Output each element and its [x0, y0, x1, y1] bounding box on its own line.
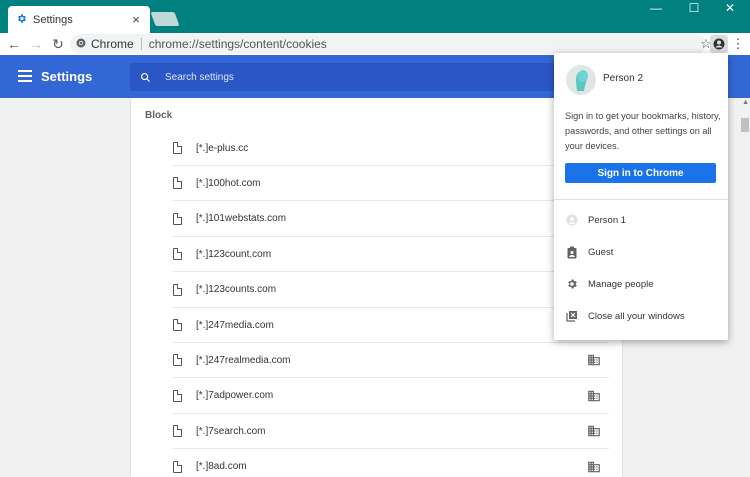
gear-icon — [16, 13, 27, 27]
site-row[interactable]: [*.]7adpower.com — [173, 379, 609, 414]
profile-avatar — [566, 65, 596, 95]
menu-item-label: Manage people — [588, 278, 654, 290]
site-domain: [*.]123counts.com — [196, 284, 277, 296]
tab-close-icon[interactable]: × — [128, 12, 144, 28]
account-circle-icon — [713, 38, 725, 50]
enterprise-policy-icon[interactable] — [587, 461, 601, 473]
site-domain: [*.]247media.com — [196, 319, 274, 331]
tab-title: Settings — [33, 13, 73, 26]
site-row[interactable]: [*.]100hot.com — [173, 166, 609, 202]
file-icon — [173, 212, 182, 225]
menu-item-person-1[interactable]: Person 1 — [565, 211, 721, 229]
file-icon — [173, 460, 182, 473]
site-domain: [*.]123count.com — [196, 248, 272, 260]
enterprise-policy-icon[interactable] — [587, 425, 601, 437]
search-icon — [141, 72, 151, 82]
sign-in-button[interactable]: Sign in to Chrome — [565, 163, 716, 183]
profile-popup: Person 2 Sign in to get your bookmarks, … — [554, 53, 728, 340]
menu-item-close-all-windows[interactable]: Close all your windows — [565, 307, 721, 325]
browser-toolbar: ← → ↻ Chrome chrome://settings/content/c… — [0, 33, 750, 55]
site-domain: [*.]8ad.com — [196, 461, 247, 473]
file-icon — [173, 319, 182, 331]
chrome-logo-icon — [76, 37, 86, 51]
scroll-up-icon[interactable]: ▲ — [742, 99, 749, 106]
enterprise-policy-icon[interactable] — [587, 390, 601, 402]
site-domain: [*.]e-plus.cc — [196, 142, 249, 154]
profile-button[interactable] — [710, 35, 728, 53]
site-domain: [*.]247realmedia.com — [196, 354, 291, 366]
menu-item-label: Close all your windows — [588, 310, 685, 322]
signin-description: Sign in to get your bookmarks, history, … — [565, 111, 721, 151]
menu-item-label: Guest — [588, 246, 614, 258]
site-row[interactable]: [*.]247realmedia.com — [173, 343, 609, 379]
file-icon — [173, 389, 182, 402]
page-scrollbar[interactable] — [740, 98, 750, 477]
chrome-menu-button[interactable]: ⋮ — [730, 33, 746, 55]
window-close-button[interactable]: ✕ — [712, 0, 748, 16]
file-icon — [173, 283, 182, 296]
title-bar: Settings × — ☐ ✕ — [0, 0, 750, 33]
site-label: Chrome — [91, 37, 134, 51]
site-row[interactable]: [*.]247media.com — [173, 308, 609, 343]
file-icon — [173, 354, 182, 367]
tab-settings[interactable]: Settings × — [8, 6, 150, 33]
cookies-block-list: Block [*.]e-plus.cc [*.]100hot.com [*.]101… — [131, 98, 622, 477]
site-domain: [*.]7search.com — [196, 425, 266, 437]
site-row[interactable]: [*.]7search.com — [173, 414, 609, 450]
hamburger-menu-icon[interactable] — [18, 70, 32, 82]
reload-button[interactable]: ↻ — [47, 33, 69, 55]
site-domain: [*.]101webstats.com — [196, 213, 287, 225]
search-placeholder: Search settings — [165, 71, 234, 83]
site-row[interactable]: [*.]123count.com — [173, 237, 609, 273]
popup-divider — [554, 199, 728, 200]
menu-item-label: Person 1 — [588, 214, 627, 226]
omnibox-separator — [140, 38, 142, 50]
site-row[interactable]: [*.]101webstats.com — [173, 202, 609, 237]
guest-badge-icon — [565, 246, 578, 259]
file-icon — [173, 425, 182, 438]
site-row[interactable]: [*.]123counts.com — [173, 273, 609, 308]
close-windows-icon — [565, 310, 578, 323]
file-icon — [173, 248, 182, 261]
file-icon — [173, 177, 182, 190]
maximize-button[interactable]: ☐ — [676, 0, 712, 16]
minimize-button[interactable]: — — [638, 0, 674, 16]
site-domain: [*.]100hot.com — [196, 177, 261, 189]
file-icon — [173, 142, 182, 154]
page-title: Settings — [41, 69, 93, 84]
gear-icon — [565, 278, 578, 291]
enterprise-policy-icon[interactable] — [587, 354, 601, 366]
forward-button[interactable]: → — [25, 33, 47, 55]
site-domain: [*.]7adpower.com — [196, 390, 274, 402]
search-input[interactable]: Search settings — [130, 63, 570, 91]
person-avatar-icon — [565, 214, 578, 227]
scroll-thumb[interactable] — [741, 118, 749, 132]
menu-item-manage-people[interactable]: Manage people — [565, 275, 721, 293]
section-label-block: Block — [145, 110, 173, 121]
site-row[interactable]: [*.]e-plus.cc — [173, 131, 609, 166]
site-row[interactable]: [*.]8ad.com — [173, 450, 609, 477]
current-person-name: Person 2 — [603, 73, 644, 84]
new-tab-button[interactable] — [150, 12, 180, 26]
back-button[interactable]: ← — [3, 33, 25, 55]
menu-item-guest[interactable]: Guest — [565, 243, 721, 261]
address-bar[interactable]: Chrome chrome://settings/content/cookies — [70, 34, 706, 54]
url-text[interactable]: chrome://settings/content/cookies — [149, 37, 327, 51]
